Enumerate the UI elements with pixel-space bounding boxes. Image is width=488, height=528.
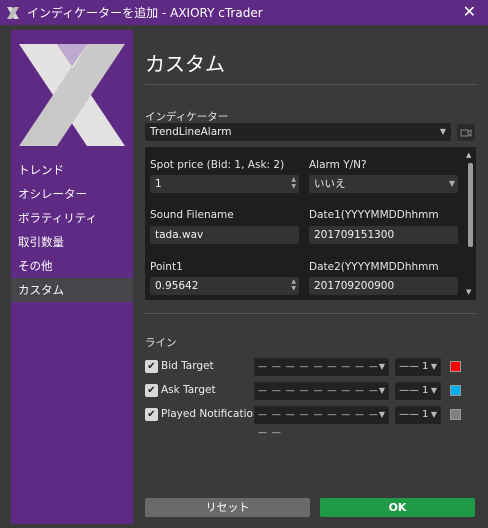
sidebar: トレンド オシレーター ボラティリティ 取引数量 その他 カスタム xyxy=(11,30,133,524)
date2-input[interactable]: 201709200900 xyxy=(309,277,458,295)
line-width-value: 1 xyxy=(422,385,429,396)
category-list: トレンド オシレーター ボラティリティ 取引数量 その他 カスタム xyxy=(11,158,133,302)
alarm-value: いいえ xyxy=(314,178,346,190)
title-bar: インディケーターを追加 - AXIORY cTrader ✕ xyxy=(0,0,488,25)
chevron-down-icon: ▼ xyxy=(430,410,437,419)
line-row-played-notification: ✔ Played Notification — — — — — — — — — … xyxy=(145,406,476,438)
played-notification-label: Played Notification xyxy=(161,408,260,420)
app-icon xyxy=(5,4,21,21)
bid-target-checkbox[interactable]: ✔ xyxy=(145,360,158,373)
indicator-label: インディケーター xyxy=(145,111,229,123)
logo-icon xyxy=(19,44,125,146)
point1-value: 0.95642 xyxy=(155,280,199,292)
page-title: カスタム xyxy=(145,52,225,76)
point1-label: Point1 xyxy=(150,261,183,273)
line-row-ask-target: ✔ Ask Target — — — — — — — — — — —▼ ——1▼ xyxy=(145,382,476,414)
date1-label: Date1(YYYYMMDDhhmm xyxy=(309,209,439,221)
line-width-value: 1 xyxy=(422,361,429,372)
sidebar-item-volume[interactable]: 取引数量 xyxy=(11,230,133,254)
line-row-bid-target: ✔ Bid Target — — — — — — — — — — —▼ ——1▼ xyxy=(145,358,476,390)
indicator-select[interactable]: TrendLineAlarm ▼ xyxy=(145,123,451,141)
chevron-down-icon: ▼ xyxy=(378,386,385,395)
chevron-down-icon: ▼ xyxy=(430,386,437,395)
played-notification-style-select[interactable]: — — — — — — — — — — — ▼ xyxy=(254,406,389,438)
chevron-down-icon: ▼ xyxy=(439,127,446,136)
spot-price-label: Spot price (Bid: 1, Ask: 2) xyxy=(150,159,285,171)
sidebar-item-other[interactable]: その他 xyxy=(11,254,133,278)
point1-input[interactable]: 0.95642 ▲ ▼ xyxy=(150,277,299,295)
parameters-panel: Spot price (Bid: 1, Ask: 2) 1 ▲ ▼ Alarm Y… xyxy=(145,147,476,300)
scroll-up-icon[interactable]: ▲ xyxy=(466,151,471,159)
chevron-down-icon: ▼ xyxy=(378,362,385,371)
spot-price-value: 1 xyxy=(155,178,162,190)
sound-filename-value: tada.wav xyxy=(155,229,204,241)
ask-target-width-select[interactable]: —— 1 ▼ xyxy=(395,382,441,400)
sound-filename-label: Sound Filename xyxy=(150,209,234,221)
divider xyxy=(145,313,476,314)
played-notification-checkbox[interactable]: ✔ xyxy=(145,408,158,421)
date1-value: 201709151300 xyxy=(314,229,395,241)
scroll-down-icon[interactable]: ▼ xyxy=(466,288,471,296)
sidebar-item-trend[interactable]: トレンド xyxy=(11,158,133,182)
ask-target-color-swatch[interactable] xyxy=(450,385,461,396)
chevron-down-icon: ▼ xyxy=(430,362,437,371)
sidebar-item-custom[interactable]: カスタム xyxy=(11,278,133,302)
chevron-down-icon: ▼ xyxy=(448,179,455,188)
sidebar-item-volatility[interactable]: ボラティリティ xyxy=(11,206,133,230)
reset-button[interactable]: リセット xyxy=(145,498,310,517)
close-icon[interactable]: ✕ xyxy=(463,3,476,21)
date1-input[interactable]: 201709151300 xyxy=(309,226,458,244)
stepper-icon[interactable]: ▲ ▼ xyxy=(291,176,296,190)
sidebar-item-oscillator[interactable]: オシレーター xyxy=(11,182,133,206)
ok-button[interactable]: OK xyxy=(320,498,475,517)
scrollbar[interactable]: ▲ ▼ xyxy=(464,147,476,300)
chevron-down-icon: ▼ xyxy=(378,410,385,419)
divider xyxy=(145,84,476,85)
scroll-thumb[interactable] xyxy=(468,163,473,247)
played-notification-color-swatch[interactable] xyxy=(450,409,461,420)
spot-price-input[interactable]: 1 ▲ ▼ xyxy=(150,175,299,193)
alarm-select[interactable]: いいえ ▼ xyxy=(309,175,458,193)
lines-label: ライン xyxy=(145,337,177,349)
alarm-label: Alarm Y/N? xyxy=(309,159,367,171)
ask-target-style-select[interactable]: — — — — — — — — — — —▼ xyxy=(254,382,389,414)
indicator-value: TrendLineAlarm xyxy=(150,126,232,138)
bid-target-color-swatch[interactable] xyxy=(450,361,461,372)
date2-value: 201709200900 xyxy=(314,280,395,292)
date2-label: Date2(YYYYMMDDhhmm xyxy=(309,261,439,273)
ask-target-label: Ask Target xyxy=(161,384,216,396)
line-width-value: 1 xyxy=(422,409,429,420)
sound-filename-input[interactable]: tada.wav xyxy=(150,226,299,244)
stepper-icon[interactable]: ▲ ▼ xyxy=(291,278,296,292)
bid-target-style-select[interactable]: — — — — — — — — — — —▼ xyxy=(254,358,389,390)
bid-target-label: Bid Target xyxy=(161,360,214,372)
bid-target-width-select[interactable]: —— 1 ▼ xyxy=(395,358,441,376)
ask-target-checkbox[interactable]: ✔ xyxy=(145,384,158,397)
camera-icon[interactable] xyxy=(457,124,475,141)
played-notification-width-select[interactable]: —— 1 ▼ xyxy=(395,406,441,424)
window-title: インディケーターを追加 - AXIORY cTrader xyxy=(27,6,263,20)
